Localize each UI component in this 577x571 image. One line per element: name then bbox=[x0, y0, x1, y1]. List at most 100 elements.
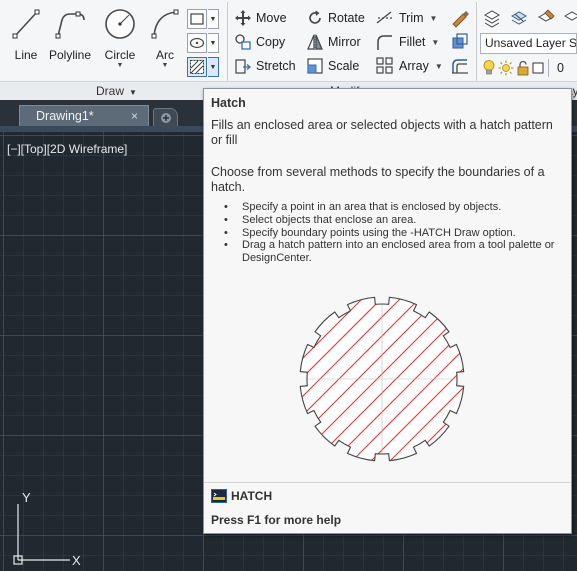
ribbon: Line Polyline Circle ▼ Arc ▼ ▼ ▼ ▼ Move … bbox=[0, 0, 577, 100]
circle-tool-button[interactable]: Circle ▼ bbox=[96, 6, 144, 76]
tooltip-help-hint: Press F1 for more help bbox=[211, 513, 342, 527]
command-line-icon bbox=[211, 489, 227, 503]
tooltip-title: Hatch bbox=[211, 96, 246, 110]
erase-button[interactable] bbox=[450, 8, 470, 28]
layer-states-icon bbox=[510, 11, 528, 25]
mirror-icon bbox=[307, 34, 323, 50]
array-dropdown-icon[interactable]: ▼ bbox=[435, 62, 443, 71]
copy-label: Copy bbox=[256, 35, 286, 49]
layer-name-value: 0 bbox=[557, 61, 564, 75]
hatch-dropdown-icon[interactable]: ▼ bbox=[208, 57, 219, 77]
polyline-tool-button[interactable]: Polyline bbox=[45, 6, 95, 76]
rectangle-dropdown-icon[interactable]: ▼ bbox=[208, 9, 219, 29]
mirror-label: Mirror bbox=[328, 35, 361, 49]
fillet-label: Fillet bbox=[399, 35, 426, 49]
hatch-tooltip: Hatch Fills an enclosed area or selected… bbox=[203, 88, 572, 534]
tooltip-command-name: HATCH bbox=[231, 489, 273, 503]
rotate-icon bbox=[309, 10, 321, 24]
plus-icon bbox=[160, 112, 171, 123]
ucs-x-label: X bbox=[72, 553, 81, 568]
sun-icon[interactable] bbox=[498, 60, 514, 76]
draw-panel-title-text: Draw bbox=[96, 84, 125, 98]
arc-tool-button[interactable]: Arc ▼ bbox=[141, 6, 189, 76]
draw-panel-title[interactable]: Draw ▼ bbox=[96, 84, 137, 98]
circle-tool-label: Circle bbox=[104, 48, 136, 62]
ellipse-dropdown-icon[interactable]: ▼ bbox=[208, 33, 219, 53]
ellipse-button[interactable] bbox=[187, 33, 207, 53]
list-item: Drag a hatch pattern into an enclosed ar… bbox=[222, 239, 562, 265]
layer-states-button[interactable] bbox=[509, 8, 529, 28]
ucs-y-label: Y bbox=[22, 490, 31, 505]
tooltip-command: HATCH bbox=[211, 489, 272, 503]
copy-button[interactable]: Copy bbox=[234, 31, 285, 53]
rectangle-button[interactable] bbox=[187, 9, 207, 29]
trim-button[interactable]: Trim ▼ bbox=[375, 7, 437, 29]
layer-match-icon bbox=[537, 9, 555, 22]
polyline-tool-label: Polyline bbox=[48, 48, 92, 62]
trim-label: Trim bbox=[399, 11, 424, 25]
line-tool-button[interactable]: Line bbox=[2, 6, 50, 76]
array-button[interactable]: Array ▼ bbox=[375, 55, 443, 77]
mirror-button[interactable]: Mirror bbox=[306, 31, 361, 53]
lightbulb-icon[interactable] bbox=[482, 59, 496, 77]
arc-dropdown-icon[interactable]: ▼ bbox=[141, 62, 189, 70]
layer-state-value: Unsaved Layer State bbox=[485, 36, 577, 50]
layer-isolate-button[interactable] bbox=[562, 8, 577, 28]
trim-icon bbox=[376, 11, 393, 24]
layer-properties-button[interactable] bbox=[482, 8, 502, 28]
fillet-icon bbox=[377, 35, 392, 50]
hatch-button[interactable] bbox=[187, 57, 207, 77]
layer-isolate-icon bbox=[564, 11, 577, 21]
array-label: Array bbox=[399, 59, 429, 73]
hatch-icon bbox=[190, 60, 204, 74]
offset-button[interactable] bbox=[450, 56, 470, 76]
copy-icon bbox=[235, 34, 251, 50]
line-tool-label: Line bbox=[14, 48, 38, 62]
viewport-controls[interactable]: [−][Top][2D Wireframe] bbox=[7, 142, 127, 156]
draw-panel-expand-icon: ▼ bbox=[129, 88, 137, 97]
layer-state-combo[interactable]: Unsaved Layer State bbox=[480, 33, 577, 54]
color-swatch-icon[interactable] bbox=[532, 61, 544, 75]
move-label: Move bbox=[256, 11, 287, 25]
unlock-icon[interactable] bbox=[516, 60, 530, 76]
stretch-label: Stretch bbox=[256, 59, 296, 73]
circle-dropdown-icon[interactable]: ▼ bbox=[96, 62, 144, 70]
rectangle-icon bbox=[190, 13, 204, 25]
tab-drawing1[interactable]: Drawing1* × bbox=[19, 105, 149, 127]
stretch-icon bbox=[235, 59, 252, 74]
layer-control-row[interactable]: 0 bbox=[482, 58, 564, 78]
fillet-button[interactable]: Fillet ▼ bbox=[375, 31, 439, 53]
arc-tool-label: Arc bbox=[156, 48, 174, 62]
scale-label: Scale bbox=[328, 59, 360, 73]
hatch-illustration bbox=[299, 296, 465, 462]
rotate-button[interactable]: Rotate bbox=[306, 7, 365, 29]
rotate-label: Rotate bbox=[328, 11, 365, 25]
scale-icon bbox=[307, 58, 323, 74]
explode-icon bbox=[452, 33, 468, 49]
list-item: Specify a point in an area that is enclo… bbox=[222, 201, 562, 214]
tooltip-description: Fills an enclosed area or selected objec… bbox=[211, 118, 553, 147]
explode-button[interactable] bbox=[450, 32, 470, 52]
list-item: Select objects that enclose an area. bbox=[222, 214, 562, 227]
tooltip-bullet-list: Specify a point in an area that is enclo… bbox=[222, 201, 562, 265]
polyline-icon bbox=[55, 11, 85, 39]
layer-row-divider bbox=[548, 59, 549, 77]
trim-dropdown-icon[interactable]: ▼ bbox=[430, 14, 438, 23]
array-icon bbox=[376, 57, 393, 74]
fillet-dropdown-icon[interactable]: ▼ bbox=[431, 38, 439, 47]
layer-match-button[interactable] bbox=[536, 8, 556, 28]
layer-properties-icon bbox=[483, 10, 501, 28]
erase-icon bbox=[452, 11, 469, 28]
close-tab-icon[interactable]: × bbox=[131, 109, 138, 123]
ellipse-icon bbox=[189, 37, 205, 49]
arc-icon bbox=[151, 9, 179, 39]
tab-drawing1-label: Drawing1* bbox=[36, 109, 94, 123]
circle-icon bbox=[105, 9, 135, 39]
scale-button[interactable]: Scale bbox=[306, 55, 359, 77]
move-button[interactable]: Move bbox=[234, 7, 287, 29]
stretch-button[interactable]: Stretch bbox=[234, 55, 296, 77]
tooltip-footer-divider bbox=[204, 482, 571, 483]
ucs-icon: Y X bbox=[13, 490, 81, 568]
new-drawing-tab-button[interactable] bbox=[153, 108, 178, 126]
offset-icon bbox=[452, 59, 468, 74]
